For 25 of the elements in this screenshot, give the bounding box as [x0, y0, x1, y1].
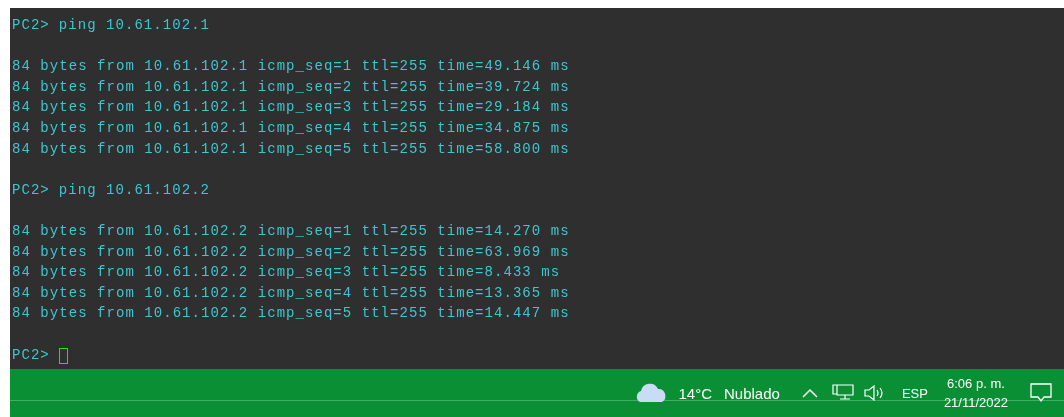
speaker-icon[interactable]: [863, 385, 886, 401]
output-line: 84 bytes from 10.61.102.1 icmp_seq=3 ttl=255 time=29.184 ms: [12, 98, 570, 118]
clock-date[interactable]: 21/11/2022: [943, 393, 1008, 412]
output-line: 84 bytes from 10.61.102.1 icmp_seq=2 ttl=255 time=39.724 ms: [12, 77, 570, 97]
prompt: PC2>: [12, 345, 50, 365]
language-indicator[interactable]: ESP: [901, 385, 928, 401]
weather-condition-text[interactable]: Nublado: [724, 384, 780, 402]
prompt: PC2>: [12, 180, 50, 200]
command-text: ping 10.61.102.2: [58, 180, 211, 200]
output-line: 84 bytes from 10.61.102.1 icmp_seq=1 ttl=255 time=49.146 ms: [12, 57, 570, 77]
network-icon[interactable]: [831, 384, 854, 402]
cursor: [58, 347, 68, 364]
output-line: 84 bytes from 10.61.102.2 icmp_seq=1 ttl=255 time=14.270 ms: [12, 221, 570, 241]
output-line: 84 bytes from 10.61.102.2 icmp_seq=2 ttl=255 time=63.969 ms: [12, 242, 570, 262]
prompt: PC2>: [12, 16, 50, 35]
output-line: 84 bytes from 10.61.102.2 icmp_seq=4 ttl=255 time=13.365 ms: [12, 283, 570, 303]
clock-time[interactable]: 6:06 p. m.: [947, 374, 1005, 393]
command-text: ping 10.61.102.1: [58, 16, 211, 35]
output-line: 84 bytes from 10.61.102.1 icmp_seq=5 ttl=255 time=58.800 ms: [12, 139, 570, 159]
notification-icon[interactable]: [1030, 383, 1052, 403]
output-line: 84 bytes from 10.61.102.1 icmp_seq=4 ttl=255 time=34.875 ms: [12, 118, 570, 138]
output-line: 84 bytes from 10.61.102.2 icmp_seq=5 ttl=255 time=14.447 ms: [12, 304, 570, 324]
temperature-text[interactable]: 14°C: [678, 384, 712, 402]
chevron-up-icon[interactable]: [801, 388, 818, 398]
output-line: 84 bytes from 10.61.102.2 icmp_seq=3 ttl=255 time=8.433 ms: [12, 263, 561, 283]
